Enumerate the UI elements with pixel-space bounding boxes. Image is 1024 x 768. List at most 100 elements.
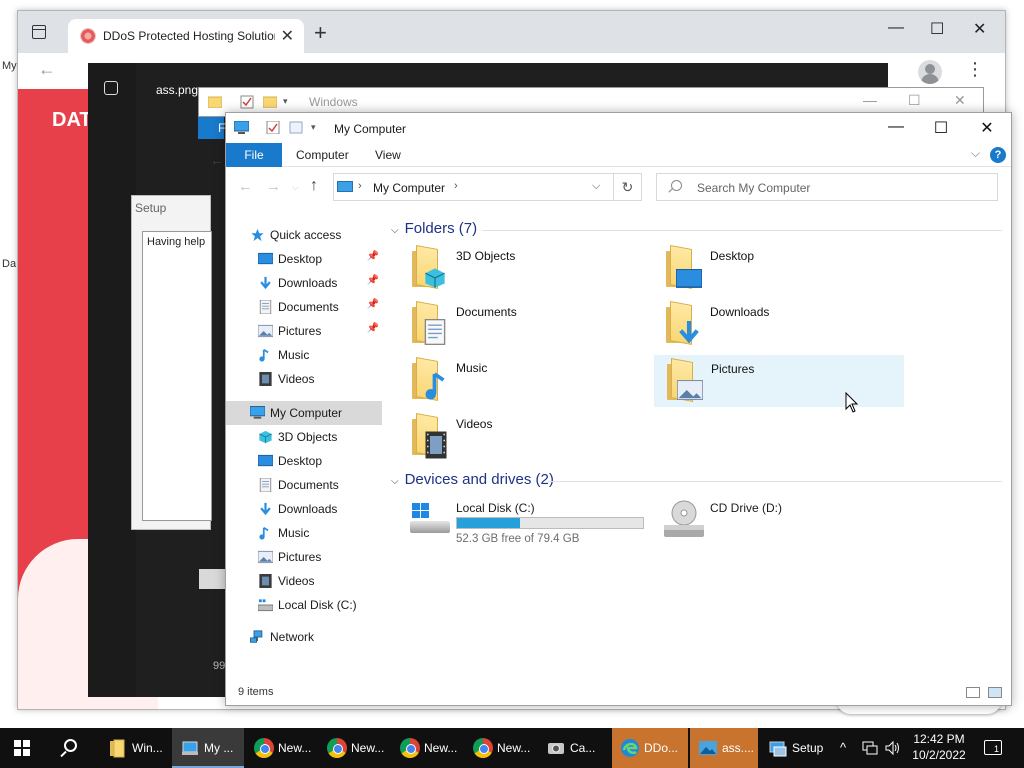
recent-locations-icon[interactable]: ⌵ (292, 182, 299, 193)
system-clock[interactable]: 12:42 PM 10/2/2022 (912, 732, 966, 762)
nav-item-music[interactable]: Music (226, 521, 382, 545)
taskbar-item-file-explorer[interactable]: Win... (100, 728, 172, 768)
nav-item-documents[interactable]: Documents 📌 (226, 295, 382, 319)
properties-icon[interactable] (240, 95, 254, 109)
nav-item-desktop[interactable]: Desktop 📌 (226, 247, 382, 271)
help-icon[interactable]: ? (990, 147, 1006, 163)
minimize-icon[interactable]: — (863, 92, 877, 108)
nav-item-videos[interactable]: Videos (226, 367, 382, 391)
nav-item-pictures[interactable]: Pictures (226, 545, 382, 569)
search-icon[interactable] (64, 739, 77, 752)
folder-tile-music[interactable]: Music (406, 357, 656, 409)
rename-icon[interactable] (289, 121, 304, 134)
minimize-icon[interactable]: — (876, 118, 916, 136)
pin-icon[interactable]: 📌 (367, 251, 379, 262)
back-arrow-icon[interactable]: ← (238, 178, 253, 195)
address-dropdown-icon[interactable]: ⌵ (592, 180, 600, 193)
address-bar[interactable]: › My Computer › ⌵ (333, 173, 614, 201)
back-arrow-icon[interactable]: ← (210, 152, 224, 168)
tab-title: DDoS Protected Hosting Solutions (103, 29, 275, 43)
chrome-icon (254, 738, 274, 758)
refresh-icon[interactable]: ↻ (614, 173, 642, 201)
taskbar-item-chrome[interactable]: New... (246, 728, 318, 768)
nav-item-3d-objects[interactable]: 3D Objects (226, 425, 382, 449)
pin-icon[interactable]: 📌 (367, 275, 379, 286)
address-location[interactable]: My Computer (373, 181, 445, 195)
taskbar-item-chrome[interactable]: New... (392, 728, 464, 768)
folder-tile-desktop[interactable]: Desktop (660, 245, 910, 297)
desktop-icon (258, 252, 273, 265)
close-icon[interactable]: ✕ (954, 92, 966, 109)
start-windows-icon[interactable] (14, 740, 30, 756)
minimize-icon[interactable]: — (888, 19, 904, 37)
new-tab-button[interactable]: + (314, 20, 327, 46)
maximize-icon[interactable]: ☐ (908, 92, 921, 109)
drive-name: CD Drive (D:) (710, 501, 782, 515)
close-icon[interactable]: ✕ (973, 19, 986, 39)
tab-actions-icon[interactable] (32, 25, 46, 39)
folder-tile-videos[interactable]: Videos (406, 413, 656, 465)
nav-item-network[interactable]: Network (226, 625, 382, 649)
forward-arrow-icon[interactable]: → (266, 178, 281, 195)
drive-tile-cd[interactable]: CD Drive (D:) (660, 497, 910, 549)
setup-text: Having help (147, 236, 206, 248)
image-icon[interactable] (104, 81, 118, 95)
volume-icon[interactable] (884, 740, 902, 756)
profile-avatar[interactable] (918, 60, 942, 84)
drives-group-header[interactable]: ⌵ Devices and drives (2) (391, 471, 554, 488)
expand-ribbon-icon[interactable]: ⌵ (971, 146, 980, 161)
folders-group-header[interactable]: ⌵ Folders (7) (391, 220, 477, 237)
taskbar-item-setup[interactable]: Setup (760, 728, 832, 768)
nav-item-downloads[interactable]: Downloads (226, 497, 382, 521)
computer-icon (250, 406, 265, 419)
new-folder-icon[interactable] (263, 95, 277, 108)
back-arrow-icon[interactable]: ← (38, 59, 56, 80)
details-view-icon[interactable] (966, 687, 980, 698)
tab-computer[interactable]: Computer (296, 148, 349, 162)
chevron-right-icon[interactable]: › (358, 180, 362, 192)
taskbar-item-camera[interactable]: Ca... (538, 728, 610, 768)
nav-item-pictures[interactable]: Pictures 📌 (226, 319, 382, 343)
nav-item-desktop[interactable]: Desktop (226, 449, 382, 473)
drive-tile-local-disk[interactable]: Local Disk (C:) 52.3 GB free of 79.4 GB (406, 497, 656, 549)
up-arrow-icon[interactable]: ↑ (310, 177, 318, 195)
show-hidden-icons-icon[interactable]: ^ (840, 740, 846, 755)
close-icon[interactable]: ✕ (967, 118, 1007, 138)
properties-icon[interactable] (266, 121, 281, 134)
taskbar-item-my-computer[interactable]: My ... (172, 728, 244, 768)
search-input[interactable]: Search My Computer (656, 173, 998, 201)
cube-icon (259, 430, 272, 444)
nav-item-videos[interactable]: Videos (226, 569, 382, 593)
pin-icon[interactable]: 📌 (367, 299, 379, 310)
taskbar-item-chrome[interactable]: New... (465, 728, 537, 768)
browser-tab[interactable]: DDoS Protected Hosting Solutions ✕ (68, 19, 304, 53)
taskbar-item-chrome[interactable]: New... (319, 728, 391, 768)
tab-view[interactable]: View (375, 148, 401, 162)
pin-icon[interactable]: 📌 (367, 323, 379, 334)
folder-tile-pictures[interactable]: Pictures (654, 355, 904, 407)
taskbar-item-photos[interactable]: ass.... (690, 728, 758, 768)
folder-tile-documents[interactable]: Documents (406, 301, 656, 353)
setup-text-box: Having help (142, 231, 212, 521)
chevron-right-icon[interactable]: › (454, 180, 458, 192)
folder-tile-downloads[interactable]: Downloads (660, 301, 910, 353)
nav-item-my-computer[interactable]: My Computer (226, 401, 382, 425)
qat-dropdown-icon[interactable]: ▾ (283, 96, 288, 107)
nav-item-downloads[interactable]: Downloads 📌 (226, 271, 382, 295)
nav-item-music[interactable]: Music (226, 343, 382, 367)
qat-dropdown-icon[interactable]: ▾ (311, 122, 316, 133)
notifications-icon[interactable]: 1 (984, 740, 1002, 755)
maximize-icon[interactable]: ☐ (921, 118, 961, 138)
maximize-icon[interactable]: ☐ (930, 19, 944, 39)
tab-file[interactable]: File (226, 143, 282, 167)
file-tab-back[interactable]: F (198, 117, 225, 139)
large-icons-view-icon[interactable] (988, 687, 1002, 698)
folder-tile-3d-objects[interactable]: 3D Objects (406, 245, 656, 297)
tab-close-icon[interactable]: ✕ (281, 26, 294, 46)
menu-kebab-icon[interactable]: ⋮ (966, 59, 984, 80)
nav-item-documents[interactable]: Documents (226, 473, 382, 497)
nav-item-local-disk[interactable]: Local Disk (C:) (226, 593, 382, 617)
nav-item-quick-access[interactable]: Quick access (226, 223, 382, 247)
taskbar-item-edge[interactable]: DDo... (612, 728, 688, 768)
network-icon[interactable] (862, 741, 878, 755)
